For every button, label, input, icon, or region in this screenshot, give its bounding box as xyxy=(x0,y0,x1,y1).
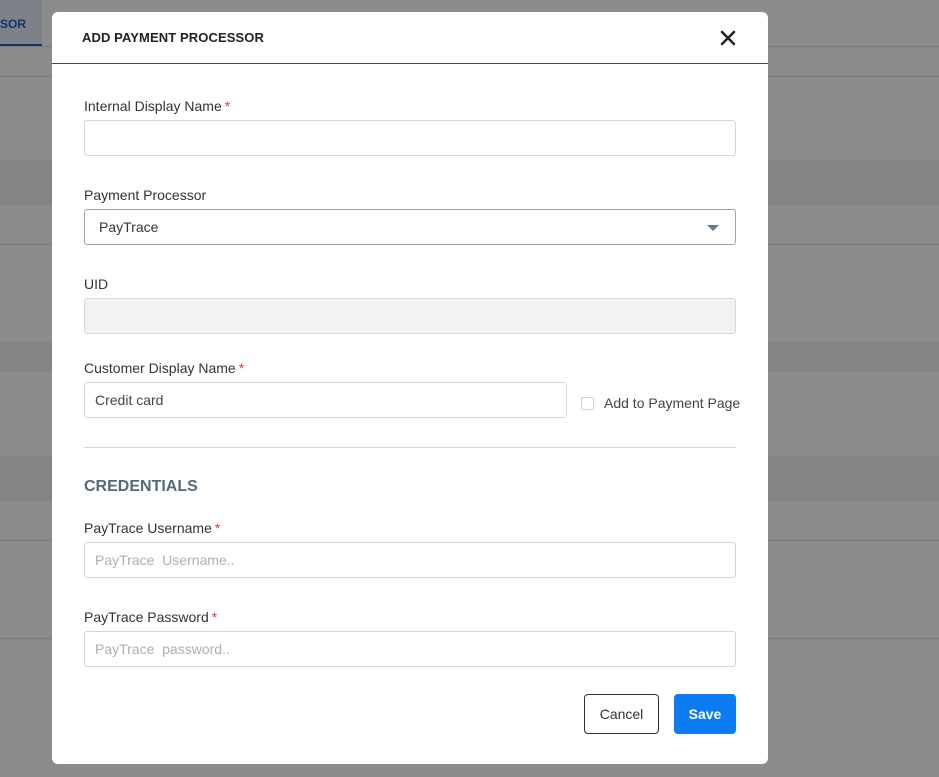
required-mark: * xyxy=(224,98,231,114)
add-to-payment-page-checkbox[interactable] xyxy=(581,397,594,410)
internal-display-name-label: Internal Display Name * xyxy=(84,98,230,114)
close-icon xyxy=(720,30,736,46)
payment-processor-label: Payment Processor xyxy=(84,187,207,203)
internal-display-name-label-text: Internal Display Name xyxy=(84,98,222,114)
cancel-button[interactable]: Cancel xyxy=(584,694,659,734)
modal-title: ADD PAYMENT PROCESSOR xyxy=(82,30,264,45)
add-to-payment-page-label[interactable]: Add to Payment Page xyxy=(604,395,740,411)
paytrace-username-label-text: PayTrace Username xyxy=(84,520,212,536)
required-mark: * xyxy=(211,609,218,625)
close-button[interactable] xyxy=(716,26,740,50)
paytrace-password-input[interactable] xyxy=(84,631,736,667)
payment-processor-selected-value: PayTrace xyxy=(99,219,159,235)
payment-processor-select[interactable]: PayTrace xyxy=(84,209,736,245)
required-mark: * xyxy=(238,360,245,376)
customer-display-name-input[interactable] xyxy=(84,382,567,418)
uid-input xyxy=(84,298,736,334)
paytrace-password-label: PayTrace Password * xyxy=(84,609,217,625)
paytrace-password-label-text: PayTrace Password xyxy=(84,609,209,625)
paytrace-username-label: PayTrace Username * xyxy=(84,520,220,536)
credentials-section-title: CREDENTIALS xyxy=(84,478,198,495)
chevron-down-icon xyxy=(707,225,719,231)
save-button[interactable]: Save xyxy=(674,694,736,734)
paytrace-username-input[interactable] xyxy=(84,542,736,578)
customer-display-name-label-text: Customer Display Name xyxy=(84,360,236,376)
customer-display-name-label: Customer Display Name * xyxy=(84,360,244,376)
modal-header: ADD PAYMENT PROCESSOR xyxy=(52,12,768,64)
section-divider xyxy=(84,447,736,448)
add-payment-processor-modal: ADD PAYMENT PROCESSOR Internal Display N… xyxy=(52,12,768,764)
uid-label: UID xyxy=(84,276,109,292)
internal-display-name-input[interactable] xyxy=(84,120,736,156)
required-mark: * xyxy=(214,520,221,536)
